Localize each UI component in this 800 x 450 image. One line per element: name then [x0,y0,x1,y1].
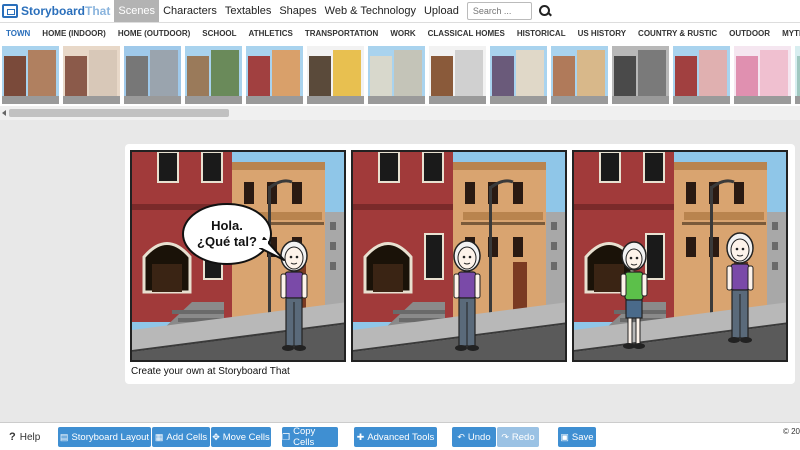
scene-thumbnail[interactable] [307,46,364,104]
help-link[interactable]: ? Help [9,431,40,443]
redo-button[interactable]: ↷ Redo [497,427,539,447]
tab-characters[interactable]: Characters [159,0,221,22]
copy-cells-icon: ❐ [282,431,291,442]
scene-thumbnail[interactable] [551,46,608,104]
scroll-thumb[interactable] [9,109,229,117]
category-work[interactable]: WORK [384,24,421,44]
storyboard: Hola. ¿Qué tal? Create your own at Story… [125,144,795,384]
copyright: © 20 [782,427,800,436]
logo-text-that: That [85,4,111,18]
library-nav: Scenes Characters Textables Shapes Web & Tec… [114,0,462,22]
board-caption: Create your own at Storyboard That [131,366,290,377]
category-home-outdoor-[interactable]: HOME (OUTDOOR) [112,24,196,44]
search-icon[interactable] [538,4,552,18]
scene-thumbnail[interactable] [185,46,242,104]
scene-thumbnail-strip [0,44,800,106]
advanced-tools-button[interactable]: ✚ Advanced Tools [354,427,437,447]
logo-text-storyboard: Storyboard [21,4,86,18]
scene-thumbnail[interactable] [368,46,425,104]
scene-thumbnail[interactable] [124,46,181,104]
category-country-rustic[interactable]: COUNTRY & RUSTIC [632,24,723,44]
storyboard-layout-icon: ▤ [59,431,69,442]
search-input[interactable] [466,2,532,20]
tab-textables[interactable]: Textables [221,0,275,22]
scene-thumbnail[interactable] [795,46,800,104]
button-label: Advanced Tools [367,431,435,443]
move-cells-icon: ✥ [212,431,220,442]
scene-thumbnail[interactable] [490,46,547,104]
tab-shapes[interactable]: Shapes [275,0,320,22]
category-school[interactable]: SCHOOL [196,24,242,44]
category-home-indoor-[interactable]: HOME (INDOOR) [36,24,112,44]
button-label: Undo [467,431,491,443]
scene-thumbnail[interactable] [246,46,303,104]
scene-town-street: Hola. ¿Qué tal? [132,152,344,360]
bottom-toolbar: ? Help ▤ Storyboard Layout ▦ Add Cells ✥ Move… [0,422,800,450]
category-mythical-futuristic[interactable]: MYTHICAL & FUTURISTIC [776,24,800,44]
help-label: Help [19,431,41,443]
scene-category-bar: TOWN HOME (INDOOR) HOME (OUTDOOR) SCHOOL ATH… [0,22,800,44]
speech-text-line2: ¿Qué tal? [197,234,257,249]
add-cells-icon: ▦ [154,431,164,442]
scene-town-street [353,152,565,360]
button-label: Add Cells [166,431,208,443]
speech-text-line1: Hola. [211,218,243,233]
storyboardthat-logo[interactable]: Storyboard That [2,2,110,20]
add-cells-button[interactable]: ▦ Add Cells [152,427,210,447]
storyboard-logo-icon [2,4,18,18]
copy-cells-button[interactable]: ❐ Copy Cells [282,426,338,448]
category-town[interactable]: TOWN [0,24,36,44]
button-label: Redo [511,431,535,443]
thumbnail-scrollbar[interactable] [0,106,800,120]
tab-upload[interactable]: Upload [420,0,463,22]
scene-thumbnail[interactable] [429,46,486,104]
scene-thumbnail[interactable] [673,46,730,104]
save-icon: ▣ [560,431,569,442]
help-icon: ? [9,431,16,443]
button-label: Save [571,431,594,443]
scroll-left-icon[interactable] [2,110,6,116]
category-us-history[interactable]: US HISTORY [572,24,632,44]
category-classical-homes[interactable]: CLASSICAL HOMES [422,24,511,44]
save-button[interactable]: ▣ Save [558,427,596,447]
top-bar: Storyboard That Scenes Characters Textables… [0,0,800,22]
tab-web-technology[interactable]: Web & Technology [321,0,420,22]
storyboard-layout-button[interactable]: ▤ Storyboard Layout [58,427,151,447]
category-historical[interactable]: HISTORICAL [511,24,572,44]
storyboard-cell-2[interactable] [351,150,567,362]
redo-icon: ↷ [501,431,509,442]
scene-thumbnail[interactable] [63,46,120,104]
storyboard-cell-3[interactable] [572,150,788,362]
undo-icon: ↶ [457,431,465,442]
category-outdoor[interactable]: OUTDOOR [723,24,776,44]
advanced-tools-icon: ✚ [356,431,365,442]
button-label: Copy Cells [293,426,316,448]
scene-thumbnail[interactable] [2,46,59,104]
category-athletics[interactable]: ATHLETICS [243,24,299,44]
scene-thumbnail[interactable] [734,46,791,104]
button-label: Storyboard Layout [71,431,150,443]
undo-button[interactable]: ↶ Undo [452,427,496,447]
storyboard-cell-1[interactable]: Hola. ¿Qué tal? [130,150,346,362]
scene-town-street [574,152,786,360]
move-cells-button[interactable]: ✥ Move Cells [211,427,271,447]
category-transportation[interactable]: TRANSPORTATION [299,24,384,44]
scene-thumbnail[interactable] [612,46,669,104]
button-label: Move Cells [222,431,270,443]
tab-scenes[interactable]: Scenes [114,0,160,22]
